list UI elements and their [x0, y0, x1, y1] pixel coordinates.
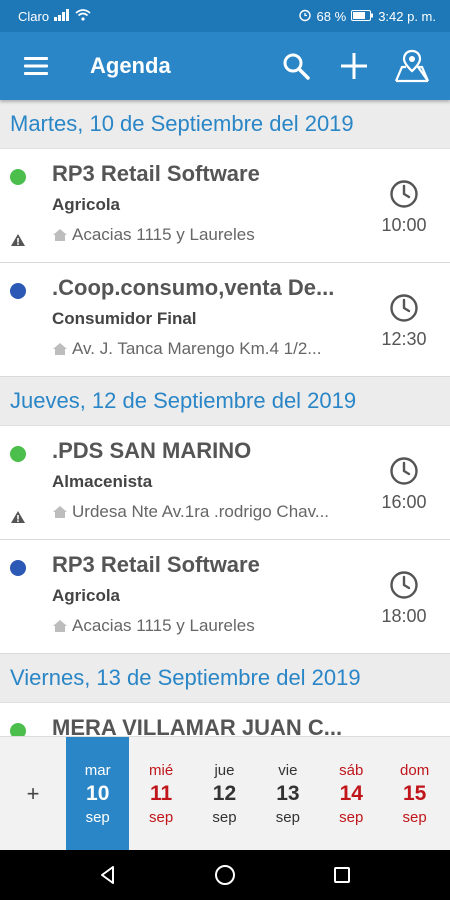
address-text: Acacias 1115 y Laureles: [72, 225, 255, 244]
month-label: sep: [148, 809, 174, 826]
system-nav-bar: [0, 850, 450, 900]
event-title: .PDS SAN MARINO: [52, 438, 252, 463]
signal-icon: [54, 8, 70, 24]
day-number: 10: [86, 782, 110, 805]
event-item[interactable]: RP3 Retail Software Agricola Acacias 111…: [0, 149, 450, 263]
event-client: Consumidor Final: [52, 309, 197, 328]
weekday-label: mié: [149, 762, 174, 779]
weekday-label: sáb: [339, 762, 364, 779]
warning-icon: [11, 234, 25, 246]
back-button[interactable]: [88, 855, 128, 895]
event-address: Acacias 1115 y Laureles: [52, 616, 366, 636]
status-dot: [10, 169, 26, 185]
agenda-list[interactable]: Martes, 10 de Septiembre del 2019 RP3 Re…: [0, 100, 450, 736]
event-client: Almacenista: [52, 472, 153, 491]
menu-icon: [24, 57, 48, 75]
clock-icon: [390, 180, 418, 208]
day-number: 12: [212, 782, 237, 805]
event-title: RP3 Retail Software: [52, 552, 260, 577]
day-number: 11: [149, 782, 173, 805]
home-icon: [53, 343, 67, 355]
home-button[interactable]: [205, 855, 245, 895]
event-item[interactable]: RP3 Retail Software Agricola Acacias 111…: [0, 540, 450, 654]
day-header: Viernes, 13 de Septiembre del 2019: [0, 654, 450, 703]
weekday-label: jue: [214, 762, 235, 779]
wifi-icon: [75, 8, 91, 24]
day-number: 15: [402, 782, 427, 805]
event-item[interactable]: MERA VILLAMAR JUAN C...: [0, 703, 450, 736]
month-label: sep: [339, 809, 364, 826]
event-client: Agricola: [52, 586, 121, 605]
day-header: Jueves, 12 de Septiembre del 2019: [0, 377, 450, 426]
search-button[interactable]: [276, 46, 316, 86]
day-cell-12[interactable]: jue 12 sep: [193, 737, 256, 851]
plus-icon: [341, 53, 367, 79]
status-left: Claro: [18, 8, 91, 24]
clock-icon: [390, 457, 418, 485]
event-title: .Coop.consumo,venta De...: [52, 275, 335, 300]
event-item[interactable]: .PDS SAN MARINO Almacenista Urdesa Nte A…: [0, 426, 450, 540]
event-address: Av. J. Tanca Marengo Km.4 1/2...: [52, 339, 366, 359]
map-button[interactable]: [392, 46, 432, 86]
menu-button[interactable]: [18, 48, 54, 84]
add-event-button[interactable]: [334, 46, 374, 86]
event-time: 10:00: [381, 215, 427, 235]
status-dot: [10, 283, 26, 299]
day-number: 13: [276, 782, 300, 805]
home-icon: [53, 229, 67, 241]
page-title: Agenda: [90, 53, 171, 78]
address-text: Urdesa Nte Av.1ra .rodrigo Chav...: [72, 502, 330, 521]
day-cell-14[interactable]: sáb 14 sep: [320, 737, 383, 851]
battery-percent: 68 %: [316, 8, 347, 24]
recents-icon: [333, 867, 350, 883]
day-cell-10[interactable]: mar 10 sep: [66, 737, 130, 851]
month-label: sep: [212, 809, 237, 826]
day-cell-11[interactable]: mié 11 sep: [129, 737, 192, 851]
status-dot: [10, 446, 26, 462]
event-client: Agricola: [52, 195, 121, 214]
day-cell-15[interactable]: dom 15 sep: [383, 737, 446, 851]
day-header: Martes, 10 de Septiembre del 2019: [0, 100, 450, 149]
clock-icon: [390, 294, 418, 322]
event-item[interactable]: .Coop.consumo,venta De... Consumidor Fin…: [0, 263, 450, 377]
home-icon: [53, 506, 67, 518]
day-number: 14: [339, 782, 363, 805]
alarm-icon: [298, 8, 312, 25]
weekday-label: dom: [400, 762, 430, 779]
weekday-label: vie: [278, 762, 298, 779]
event-address: Urdesa Nte Av.1ra .rodrigo Chav...: [52, 502, 366, 522]
add-day-button[interactable]: +: [0, 737, 66, 851]
address-text: Acacias 1115 y Laureles: [72, 616, 255, 635]
event-title: MERA VILLAMAR JUAN C...: [52, 715, 343, 736]
warning-icon: [11, 511, 25, 523]
month-label: sep: [275, 809, 300, 826]
event-title: RP3 Retail Software: [52, 161, 260, 186]
clock-icon: [390, 571, 418, 599]
map-pin-icon: [394, 49, 430, 83]
app-bar: Agenda: [0, 32, 450, 100]
search-icon: [283, 53, 310, 80]
carrier-label: Claro: [18, 8, 50, 24]
home-circle-icon: [214, 865, 235, 885]
clock-time: 3:42 p. m.: [378, 8, 436, 24]
event-time: 18:00: [381, 606, 427, 626]
month-label: sep: [85, 809, 110, 826]
event-time: 12:30: [381, 329, 427, 349]
address-text: Av. J. Tanca Marengo Km.4 1/2...: [72, 339, 322, 358]
status-right: 68 % 3:42 p. m.: [298, 8, 436, 25]
battery-icon: [351, 9, 374, 24]
recents-button[interactable]: [322, 855, 362, 895]
month-label: sep: [402, 809, 427, 826]
home-icon: [53, 620, 67, 632]
week-strip: + mar 10 sep mié 11 sep jue 12 sep vie 1…: [0, 736, 450, 851]
weekday-label: mar: [84, 762, 111, 779]
day-cell-13[interactable]: vie 13 sep: [256, 737, 319, 851]
status-dot: [10, 723, 26, 736]
event-address: Acacias 1115 y Laureles: [52, 225, 366, 245]
status-bar: Claro 68 % 3:42 p. m.: [0, 0, 450, 32]
status-dot: [10, 560, 26, 576]
event-time: 16:00: [381, 492, 427, 512]
back-icon: [101, 866, 115, 884]
